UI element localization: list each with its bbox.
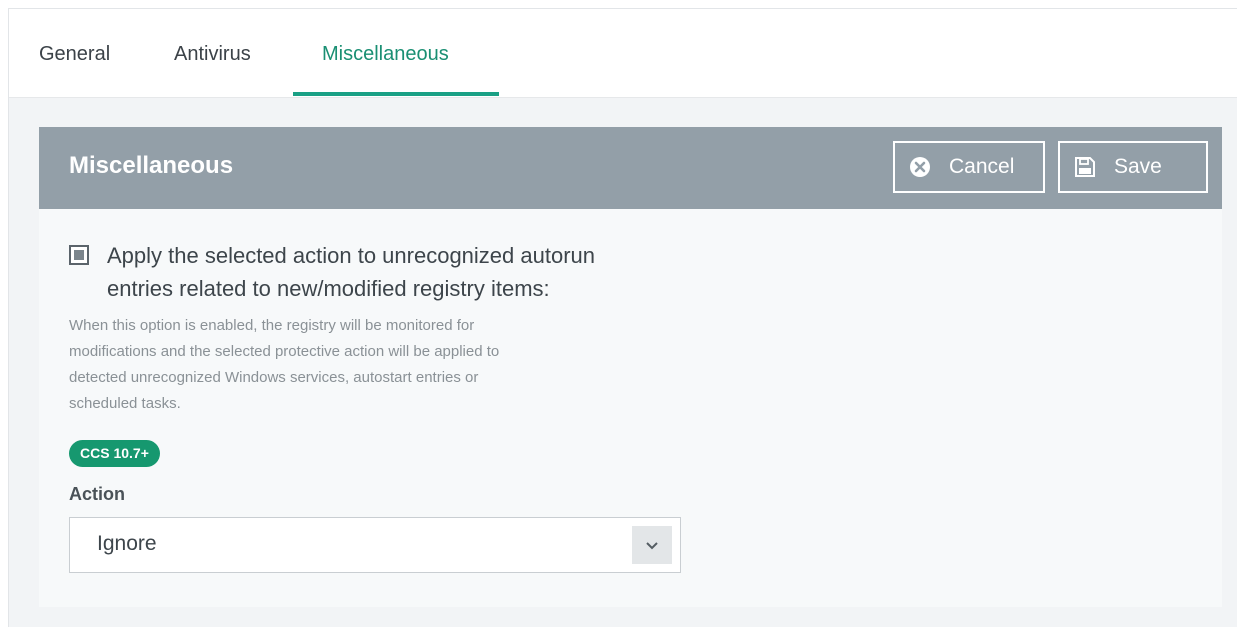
checkbox-checked-mark	[74, 250, 84, 260]
action-select[interactable]: Ignore	[69, 517, 681, 573]
save-button[interactable]: Save	[1058, 141, 1208, 193]
floppy-disk-icon	[1074, 156, 1096, 178]
panel-title: Miscellaneous	[69, 152, 234, 179]
version-badge: CCS 10.7+	[69, 440, 160, 467]
cancel-circle-icon	[909, 156, 931, 178]
action-label: Action	[69, 484, 125, 504]
tab-antivirus[interactable]: Antivirus	[174, 43, 251, 66]
policy-editor: General Antivirus Miscellaneous Miscella…	[8, 8, 1237, 627]
autorun-registry-checkbox[interactable]	[69, 245, 89, 265]
action-select-value: Ignore	[97, 532, 157, 555]
miscellaneous-panel: Miscellaneous Cancel Save Apply the sele…	[39, 127, 1222, 607]
autorun-registry-option-label: Apply the selected action to unrecognize…	[107, 243, 595, 301]
cancel-button-label: Cancel	[949, 155, 1015, 178]
tab-general[interactable]: General	[39, 43, 110, 66]
save-button-label: Save	[1114, 155, 1162, 178]
autorun-registry-option-description: When this option is enabled, the registr…	[69, 317, 500, 412]
panel-header: Miscellaneous Cancel Save	[39, 127, 1222, 209]
tab-bar: General Antivirus Miscellaneous	[9, 9, 1237, 98]
chevron-down-icon[interactable]	[632, 526, 672, 564]
tab-miscellaneous[interactable]: Miscellaneous	[322, 43, 449, 66]
cancel-button[interactable]: Cancel	[893, 141, 1045, 193]
active-tab-indicator	[293, 92, 499, 96]
